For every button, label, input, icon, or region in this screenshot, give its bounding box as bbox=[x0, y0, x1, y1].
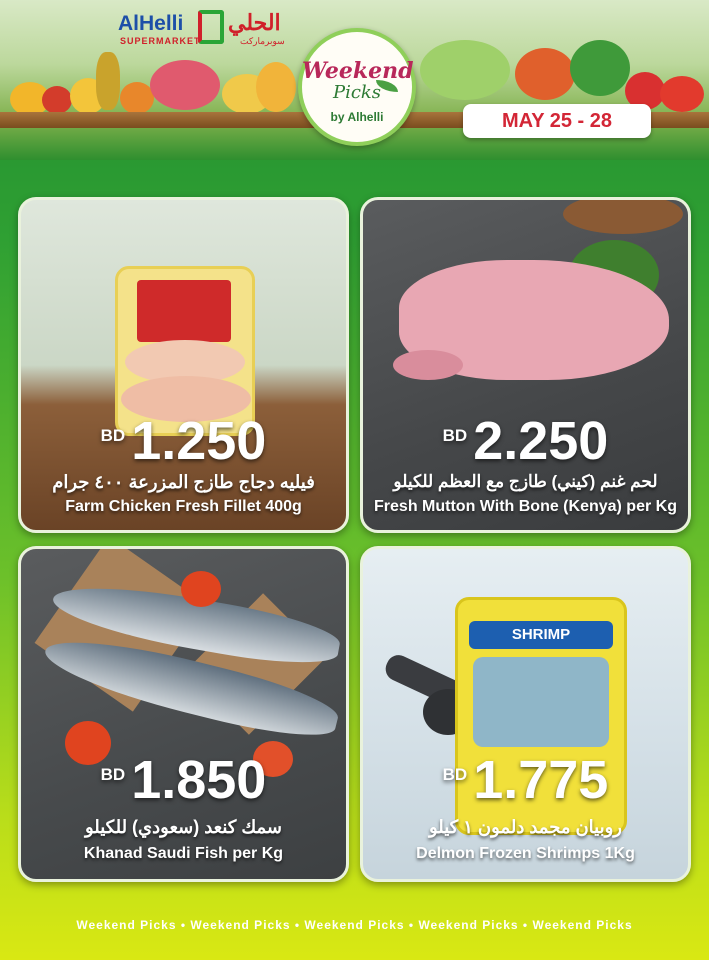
product-card-shrimp[interactable]: SHRIMP BD 1.775 روبيان مجمد دلمون ١ كيلو … bbox=[360, 546, 691, 882]
vegetable-decoration bbox=[420, 40, 510, 100]
tomato-image bbox=[181, 571, 221, 607]
chicken-label-image bbox=[137, 280, 231, 342]
price-value: 1.850 bbox=[131, 750, 267, 810]
product-price: BD 1.250 bbox=[21, 410, 346, 472]
fruit-decoration bbox=[150, 60, 220, 110]
logo-mark-icon bbox=[198, 10, 224, 44]
product-name-ar: سمك كنعد (سعودي) للكيلو bbox=[84, 817, 283, 837]
product-name-ar: روبيان مجمد دلمون ١ كيلو bbox=[428, 817, 622, 837]
price-value: 2.250 bbox=[473, 411, 609, 471]
shrimp-window-image bbox=[473, 657, 609, 747]
product-name-en: Farm Chicken Fresh Fillet 400g bbox=[65, 498, 302, 515]
product-price: BD 1.775 bbox=[363, 749, 688, 811]
shrimp-pack-label: SHRIMP bbox=[469, 621, 613, 649]
price-value: 1.775 bbox=[473, 750, 609, 810]
price-value: 1.250 bbox=[131, 411, 267, 471]
product-price: BD 1.850 bbox=[21, 749, 346, 811]
product-name-ar: فيليه دجاج طازج المزرعة ٤٠٠ جرام bbox=[52, 472, 315, 492]
logo-subtitle-ar: سوبرماركت bbox=[240, 36, 285, 46]
footer-ticker: Weekend Picks • Weekend Picks • Weekend … bbox=[76, 918, 633, 932]
fruit-decoration bbox=[96, 52, 120, 110]
logo-subtitle-en: SUPERMARKET bbox=[120, 36, 201, 46]
badge-byline: by Alhelli bbox=[330, 110, 384, 124]
product-card-fish[interactable]: BD 1.850 سمك كنعد (سعودي) للكيلو Khanad S… bbox=[18, 546, 349, 882]
product-card-chicken[interactable]: BD 1.250 فيليه دجاج طازج المزرعة ٤٠٠ جرام… bbox=[18, 197, 349, 533]
product-card-mutton[interactable]: BD 2.250 لحم غنم (كيني) طازج مع العظم للك… bbox=[360, 197, 691, 533]
badge-subtitle: Picks bbox=[332, 82, 382, 103]
product-price: BD 2.250 bbox=[363, 410, 688, 472]
logo-text-en: AlHelli bbox=[118, 12, 184, 35]
currency-label: BD bbox=[100, 765, 126, 784]
logo-text-ar: الحلي bbox=[228, 10, 281, 35]
fruit-decoration bbox=[42, 86, 72, 114]
offer-date-range: MAY 25 - 28 bbox=[463, 104, 651, 138]
badge-title: Weekend bbox=[302, 58, 414, 84]
vegetable-decoration bbox=[660, 76, 704, 112]
currency-label: BD bbox=[442, 426, 468, 445]
product-name-en: Delmon Frozen Shrimps 1Kg bbox=[416, 845, 635, 862]
product-name-ar: لحم غنم (كيني) طازج مع العظم للكيلو bbox=[393, 472, 658, 491]
store-logo: AlHelli SUPERMARKET الحلي سوبرماركت bbox=[118, 8, 318, 50]
currency-label: BD bbox=[442, 765, 468, 784]
product-name-en: Khanad Saudi Fish per Kg bbox=[83, 845, 284, 862]
weekend-picks-badge: Weekend Picks by Alhelli bbox=[298, 28, 416, 146]
fruit-decoration bbox=[256, 62, 296, 112]
vegetable-decoration bbox=[570, 40, 630, 96]
bowl-image bbox=[563, 200, 683, 234]
fruit-decoration bbox=[120, 82, 154, 114]
product-name-en: Fresh Mutton With Bone (Kenya) per Kg bbox=[374, 498, 677, 515]
mutton-leg-image bbox=[393, 350, 463, 380]
currency-label: BD bbox=[100, 426, 126, 445]
vegetable-decoration bbox=[515, 48, 575, 100]
